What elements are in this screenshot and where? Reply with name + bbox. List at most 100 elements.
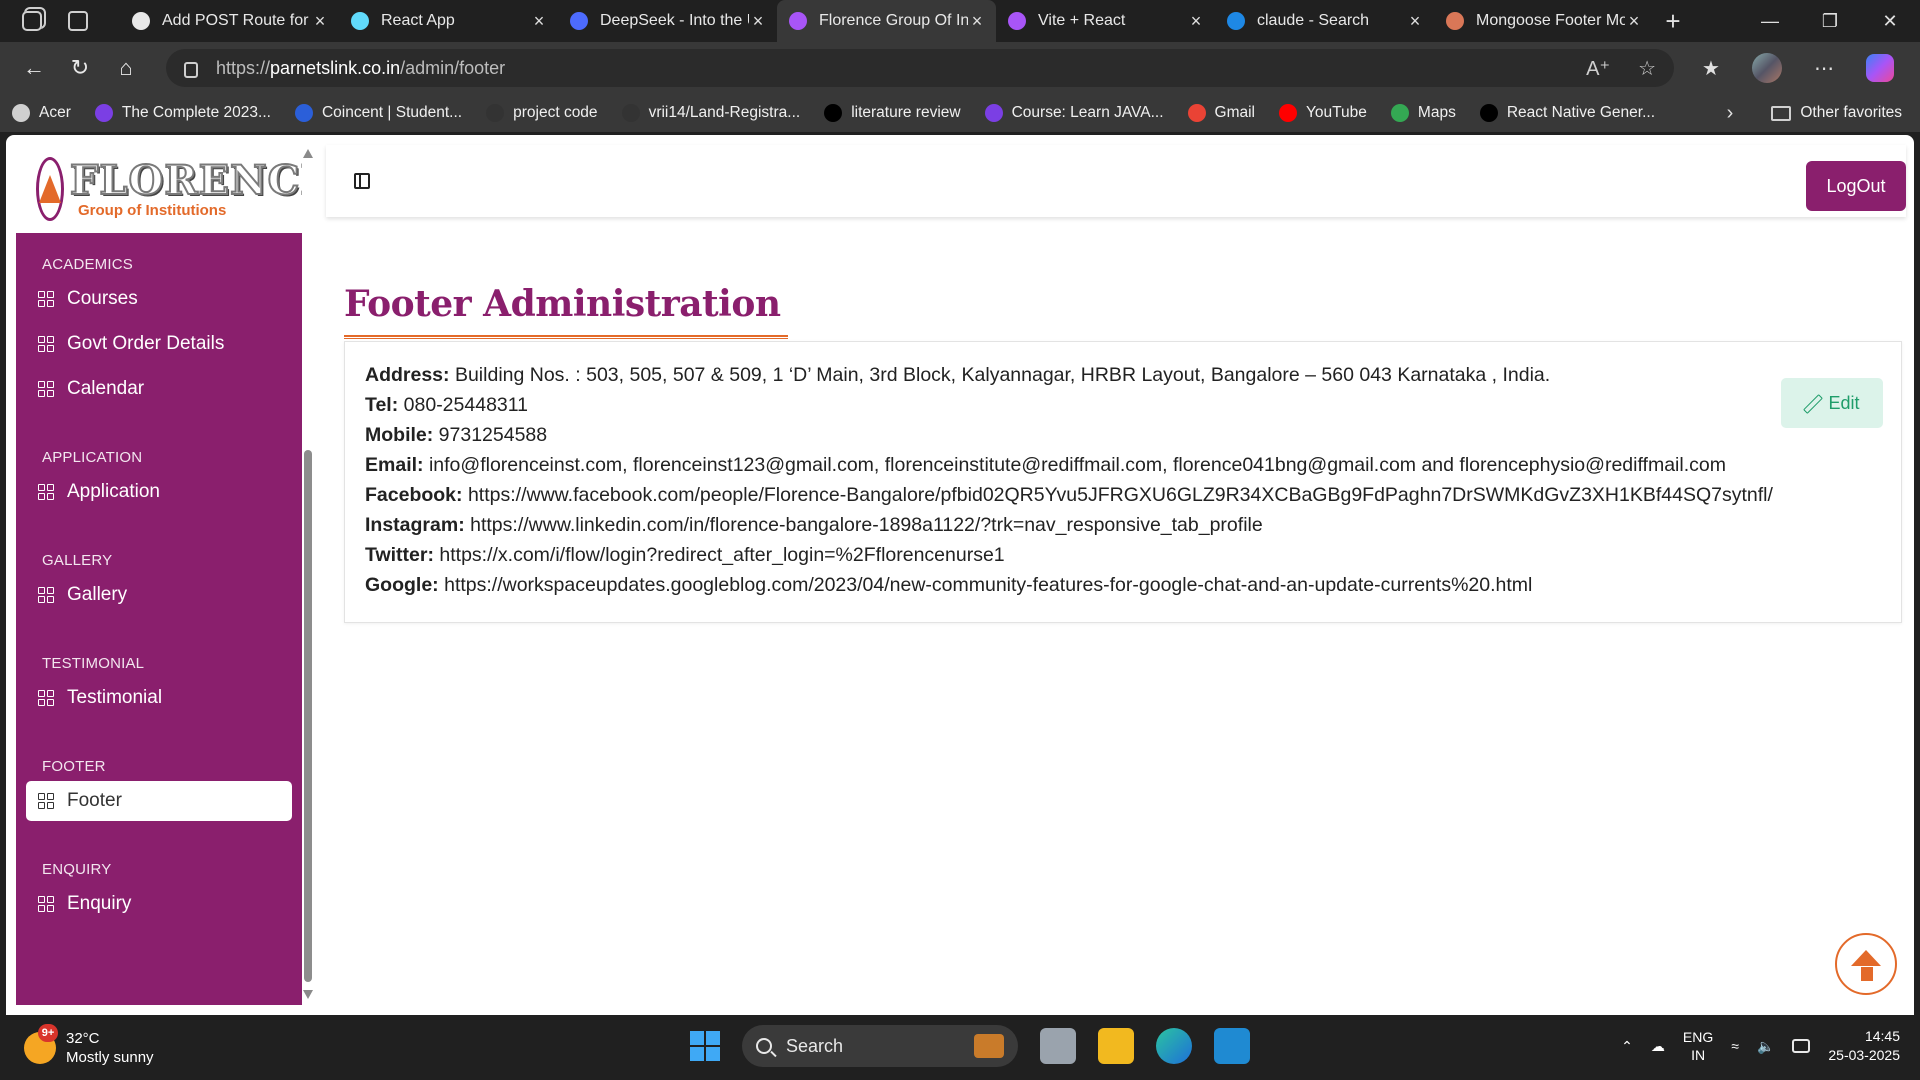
tab-close-icon[interactable]: ×	[749, 11, 767, 32]
logout-button[interactable]: LogOut	[1806, 161, 1906, 211]
bookmark-item[interactable]: Acer	[12, 104, 71, 122]
other-favorites[interactable]: Other favorites	[1771, 104, 1902, 122]
bookmark-label: vrii14/Land-Registra...	[648, 104, 801, 121]
tab-close-icon[interactable]: ×	[1406, 11, 1424, 32]
volume-icon[interactable]: 🔈	[1757, 1038, 1774, 1055]
bookmark-label: Course: Learn JAVA...	[1011, 104, 1164, 121]
admin-header: LogOut	[326, 145, 1906, 217]
sidebar-item-label: Footer	[67, 790, 122, 811]
new-tab-button[interactable]: +	[1653, 0, 1693, 42]
browser-tab[interactable]: Florence Group Of Ins ×	[777, 0, 996, 42]
folder-icon	[1771, 105, 1792, 121]
sidebar-item-testimonial[interactable]: Testimonial	[26, 678, 292, 718]
bookmark-item[interactable]: Maps	[1390, 104, 1456, 122]
task-view-icon[interactable]	[1040, 1028, 1076, 1064]
bookmark-item[interactable]: project code	[486, 104, 598, 122]
home-icon[interactable]: ⌂	[104, 48, 148, 88]
tab-close-icon[interactable]: ×	[530, 11, 548, 32]
start-windows-icon[interactable]	[690, 1031, 720, 1061]
footer-info-row: Instagram: https://www.linkedin.com/in/f…	[365, 510, 1881, 540]
scrollbar-thumb[interactable]	[304, 450, 312, 982]
bookmark-label: YouTube	[1306, 104, 1367, 121]
bookmark-label: React Native Gener...	[1506, 104, 1656, 121]
bookmark-item[interactable]: Course: Learn JAVA...	[984, 104, 1164, 122]
bookmark-item[interactable]: The Complete 2023...	[94, 104, 271, 122]
workspaces-icon[interactable]	[22, 11, 42, 31]
tab-favicon-icon	[789, 12, 807, 30]
minimize-button[interactable]: —	[1740, 0, 1800, 42]
tab-title: Vite + React	[1038, 12, 1126, 29]
profile-avatar[interactable]	[1751, 53, 1782, 83]
scroll-up-arrow-icon[interactable]	[303, 149, 313, 158]
weather-widget[interactable]: 9+ 32°C Mostly sunny	[24, 1024, 154, 1067]
taskbar-search[interactable]: Search	[742, 1025, 1018, 1067]
sidebar-item-footer[interactable]: Footer	[26, 781, 292, 821]
favorites-icon[interactable]: ★	[1702, 56, 1720, 81]
sidebar-item-courses[interactable]: Courses	[26, 279, 292, 319]
tab-close-icon[interactable]: ×	[1625, 11, 1643, 32]
sidebar-item-enquiry[interactable]: Enquiry	[26, 884, 292, 924]
browser-tab[interactable]: DeepSeek - Into the U ×	[558, 0, 777, 42]
read-aloud-icon[interactable]: A⁺	[1586, 56, 1610, 81]
browser-tab[interactable]: React App ×	[339, 0, 558, 42]
edit-button[interactable]: Edit	[1781, 378, 1883, 428]
bookmark-item[interactable]: literature review	[824, 104, 961, 122]
sidebar-item-label: Govt Order Details	[67, 333, 225, 354]
bookmark-item[interactable]: YouTube	[1279, 104, 1367, 122]
scroll-down-arrow-icon[interactable]	[303, 990, 313, 999]
tab-title: React App	[381, 12, 455, 29]
language-indicator[interactable]: ENG IN	[1683, 1028, 1713, 1064]
bookmark-label: Acer	[39, 104, 71, 121]
grid-icon	[38, 690, 54, 706]
vscode-icon[interactable]	[1214, 1028, 1250, 1064]
file-explorer-icon[interactable]	[1098, 1028, 1134, 1064]
show-hidden-icons-chevron-icon[interactable]: ⌃	[1621, 1038, 1633, 1055]
tab-favicon-icon	[1446, 12, 1464, 30]
sidebar-item-calendar[interactable]: Calendar	[26, 369, 292, 409]
browser-tab[interactable]: claude - Search ×	[1215, 0, 1434, 42]
browser-tab[interactable]: Vite + React ×	[996, 0, 1215, 42]
more-menu-icon[interactable]: ⋯	[1814, 56, 1834, 81]
bookmark-item[interactable]: React Native Gener...	[1479, 104, 1656, 122]
tab-close-icon[interactable]: ×	[311, 11, 329, 32]
wifi-icon[interactable]: ≈	[1731, 1038, 1739, 1054]
footer-info-row: Facebook: https://www.facebook.com/peopl…	[365, 480, 1881, 510]
clock[interactable]: 14:45 25-03-2025	[1828, 1027, 1900, 1065]
sidebar-scrollbar[interactable]	[302, 145, 314, 1005]
sidebar-section-heading: ACADEMICS	[42, 255, 133, 273]
bookmark-item[interactable]: vrii14/Land-Registra...	[621, 104, 801, 122]
refresh-icon[interactable]: ↻	[58, 48, 102, 88]
close-window-button[interactable]: ✕	[1860, 0, 1920, 42]
sidebar-item-label: Calendar	[67, 378, 145, 399]
bookmark-label: The Complete 2023...	[121, 104, 271, 121]
favorite-star-icon[interactable]: ☆	[1638, 56, 1656, 81]
sidebar-item-application[interactable]: Application	[26, 472, 292, 512]
tab-close-icon[interactable]: ×	[1187, 11, 1205, 32]
tab-close-icon[interactable]: ×	[968, 11, 986, 32]
copilot-icon[interactable]	[1865, 54, 1894, 82]
bookmark-favicon-icon	[1479, 104, 1498, 122]
browser-tab[interactable]: Mongoose Footer Mo ×	[1434, 0, 1653, 42]
restore-button[interactable]: ❐	[1800, 0, 1860, 42]
lock-icon[interactable]	[184, 62, 198, 78]
grid-icon	[38, 381, 54, 397]
bookmark-item[interactable]: Gmail	[1187, 104, 1255, 122]
address-bar[interactable]: https://parnetslink.co.in/admin/footer A…	[166, 49, 1674, 87]
footer-info-label: Instagram:	[365, 514, 465, 536]
battery-icon[interactable]	[1792, 1039, 1811, 1053]
brand-logo[interactable]: FLORENCE Group of Institutions	[16, 145, 302, 233]
onedrive-icon[interactable]: ☁	[1651, 1038, 1665, 1055]
browser-tab[interactable]: Add POST Route for C ×	[120, 0, 339, 42]
scroll-to-top-button[interactable]	[1835, 933, 1897, 995]
back-arrow-icon[interactable]: ←	[12, 48, 56, 88]
bookmarks-overflow-chevron-icon[interactable]: ›	[1727, 102, 1734, 125]
edge-browser-icon[interactable]	[1156, 1028, 1192, 1064]
sidebar-section-heading: APPLICATION	[42, 448, 143, 466]
sidebar-item-govt-order-details[interactable]: Govt Order Details	[26, 324, 292, 364]
bookmark-item[interactable]: Coincent | Student...	[294, 104, 462, 122]
sidebar-toggle-icon[interactable]	[354, 173, 370, 189]
sidebar-item-label: Courses	[67, 288, 138, 309]
tab-actions-icon[interactable]	[68, 11, 88, 31]
sidebar-item-gallery[interactable]: Gallery	[26, 575, 292, 615]
clock-time: 14:45	[1864, 1028, 1900, 1044]
